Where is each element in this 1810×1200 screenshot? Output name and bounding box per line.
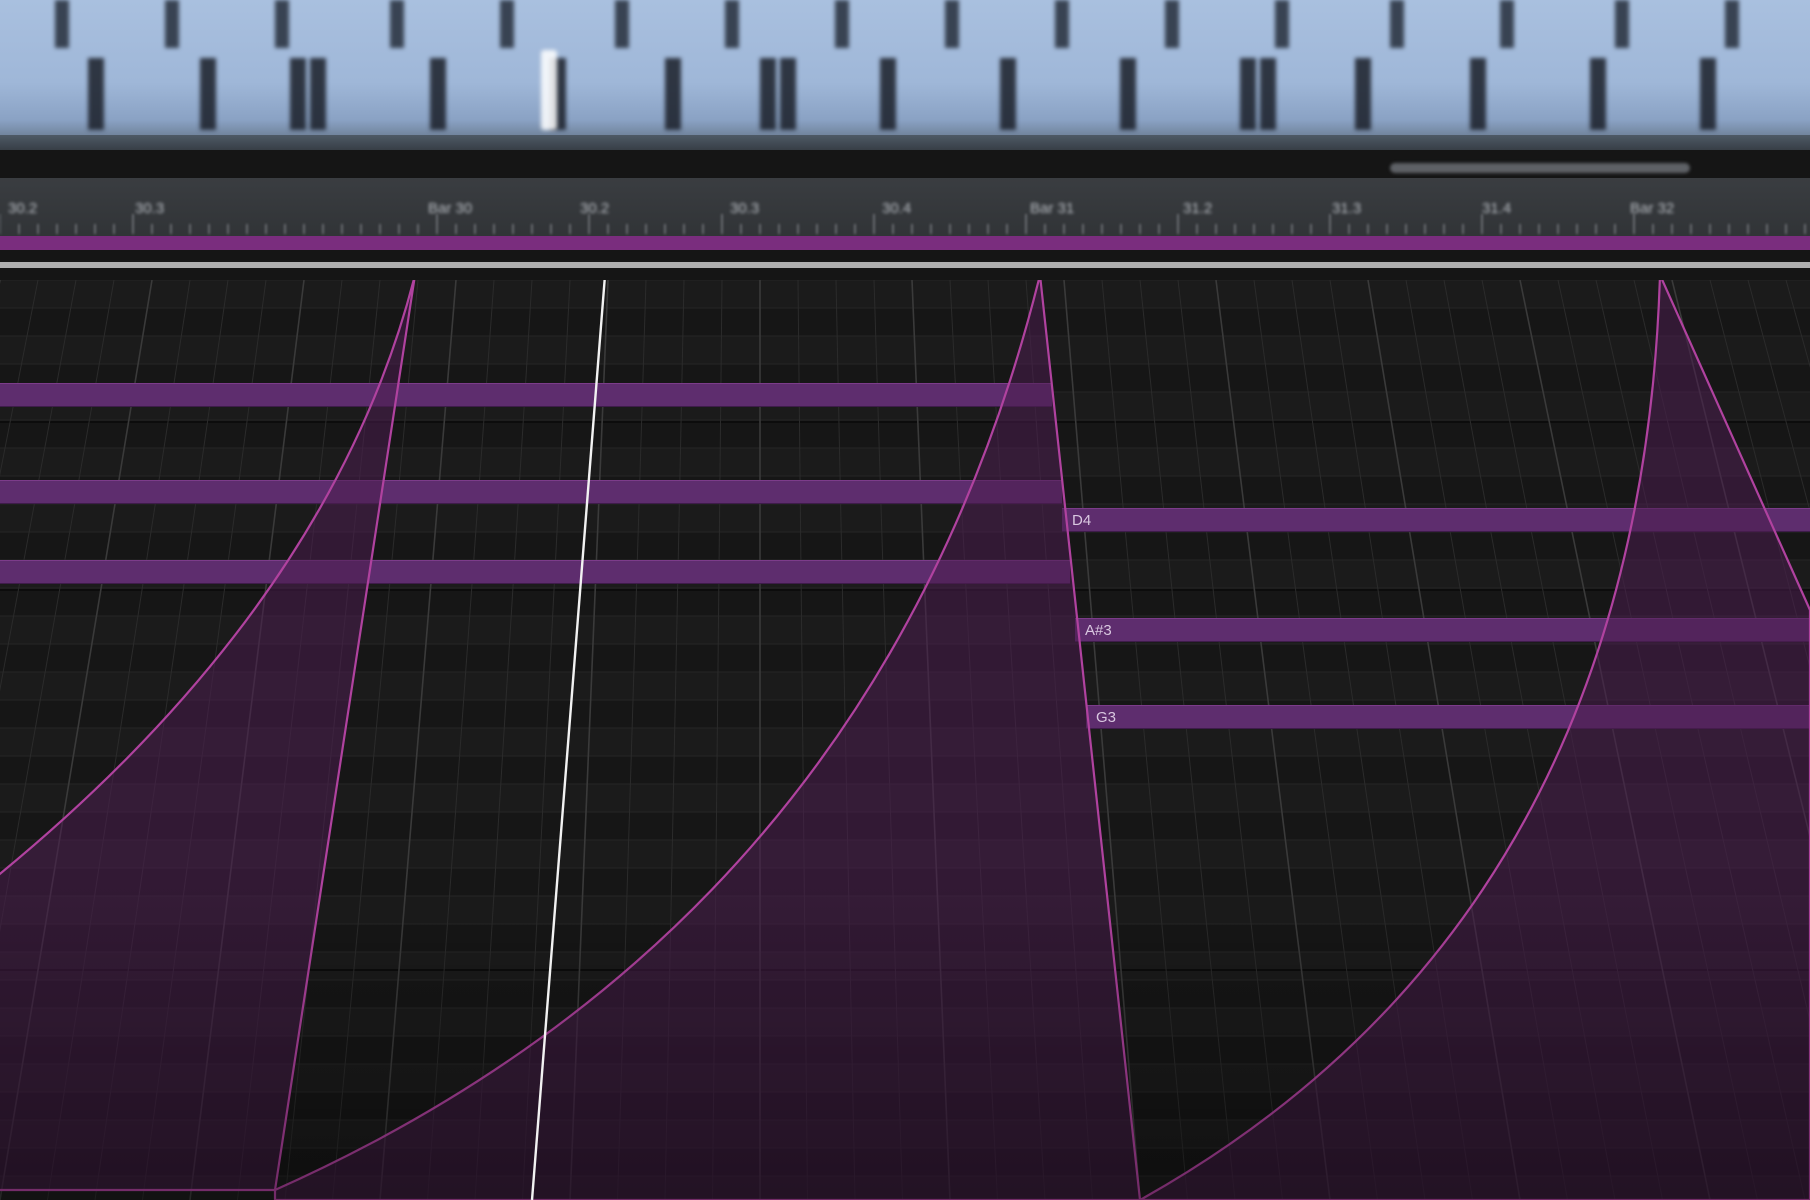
note-grid[interactable]: D4 A#3 G3 bbox=[0, 280, 1810, 1200]
horizontal-scrollbar[interactable] bbox=[1390, 163, 1690, 173]
clip-overview[interactable] bbox=[0, 0, 1810, 150]
ruler-ticks bbox=[0, 214, 1806, 234]
velocity-envelope[interactable] bbox=[0, 280, 1810, 1200]
overview-footer bbox=[0, 135, 1810, 150]
piano-roll-editor: 30.2 30.3 Bar 30 30.2 30.3 30.4 Bar 31 3… bbox=[0, 0, 1810, 1200]
overview-playhead-marker[interactable] bbox=[541, 50, 557, 130]
overview-note-blocks bbox=[55, 0, 1739, 130]
track-divider bbox=[0, 262, 1810, 268]
timeline-ruler[interactable]: 30.2 30.3 Bar 30 30.2 30.3 30.4 Bar 31 3… bbox=[0, 178, 1810, 240]
loop-region-band[interactable] bbox=[0, 236, 1810, 250]
